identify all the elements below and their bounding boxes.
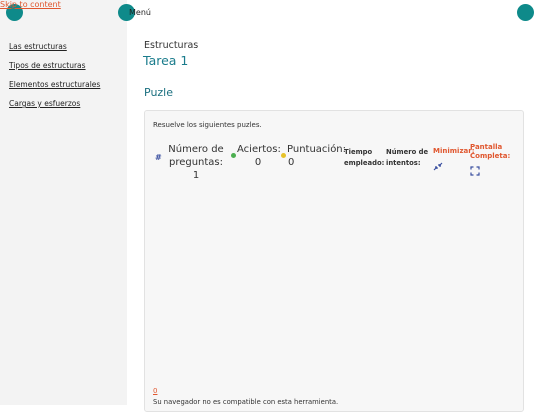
score-label: Puntuación: (287, 144, 347, 155)
puzzle-instructions: Resuelve los siguientes puzles. (153, 121, 262, 129)
time-label: Tiempo empleado: (344, 148, 385, 167)
hits-value: 0 (254, 157, 262, 168)
minimize-control[interactable]: Minimizar: (433, 147, 475, 175)
minimize-label[interactable]: Minimizar: (433, 147, 475, 156)
minimize-arrows-icon[interactable] (433, 162, 443, 171)
score-stat: Puntuación: 0 (287, 143, 347, 169)
page-title: Tarea 1 (143, 53, 189, 68)
zero-link[interactable]: 0 (153, 387, 157, 395)
fullscreen-control[interactable]: Pantalla Completa: (470, 143, 516, 180)
fullscreen-label[interactable]: Pantalla Completa: (470, 143, 516, 161)
sidebar-nav: Las estructuras Tipos de estructuras Ele… (9, 41, 100, 117)
sidebar: Las estructuras Tipos de estructuras Ele… (0, 0, 127, 405)
skip-to-content-link[interactable]: Skip to content (0, 0, 61, 9)
fullscreen-corners-icon[interactable] (470, 166, 480, 176)
score-dot-icon (281, 153, 286, 158)
hits-stat: Aciertos: 0 (237, 143, 281, 169)
hash-icon: # (155, 153, 162, 162)
sidebar-item-las-estructuras[interactable]: Las estructuras (9, 41, 100, 60)
menu-label[interactable]: Menú (129, 8, 151, 17)
hits-dot-icon (231, 153, 236, 158)
section-title: Puzle (144, 86, 174, 99)
questions-count: Número de preguntas: 1 (168, 144, 224, 181)
attempts-label: Número de intentos: (386, 148, 429, 167)
score-value: 0 (288, 157, 295, 168)
top-right-circle-button[interactable] (517, 4, 534, 21)
sidebar-item-cargas-y-esfuerzos[interactable]: Cargas y esfuerzos (9, 98, 100, 117)
puzzle-stats-bar: # Número de preguntas: 1 Aciertos: 0 Pun… (153, 143, 518, 183)
sidebar-item-elementos-estructurales[interactable]: Elementos estructurales (9, 79, 100, 98)
breadcrumb: Estructuras (144, 40, 199, 51)
hits-label: Aciertos: (237, 144, 281, 155)
sidebar-item-tipos-de-estructuras[interactable]: Tipos de estructuras (9, 60, 100, 79)
puzzle-panel: Resuelve los siguientes puzles. # Número… (144, 110, 524, 412)
